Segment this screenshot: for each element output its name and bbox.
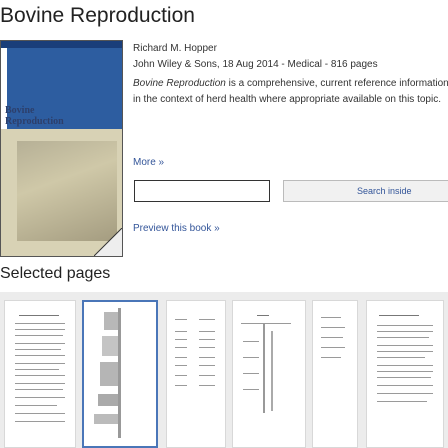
publication-info: John Wiley & Sons, 18 Aug 2014 - Medical… — [133, 59, 378, 70]
page-thumbnail-3[interactable] — [166, 300, 226, 448]
page-title: Bovine Reproduction — [0, 4, 195, 27]
search-inside-input[interactable] — [134, 180, 270, 202]
selected-pages-strip — [0, 292, 448, 448]
cover-title: Bovine Reproduction — [5, 105, 64, 127]
book-cover[interactable]: Bovine Reproduction — [0, 40, 123, 257]
page-thumbnail-4[interactable] — [232, 300, 306, 448]
cover-band — [1, 41, 122, 48]
book-description: Bovine Reproduction is a comprehensive, … — [133, 76, 448, 107]
search-inside-button[interactable]: Search inside — [283, 180, 448, 202]
page-thumbnail-5[interactable] — [312, 300, 358, 448]
page-thumbnail-6[interactable] — [366, 300, 444, 448]
cover-title-line1: Bovine — [5, 105, 35, 116]
cover-title-line2: Reproduction — [5, 116, 64, 127]
preview-book-link[interactable]: Preview this book » — [133, 223, 220, 234]
book-author: Richard M. Hopper — [133, 43, 217, 54]
page-thumbnail-2[interactable] — [82, 300, 158, 448]
cover-photo — [17, 141, 117, 241]
page-curl-icon — [94, 228, 122, 256]
description-title: Bovine Reproduction — [133, 78, 226, 89]
page-thumbnail-1[interactable] — [4, 300, 76, 448]
more-link[interactable]: More » — [133, 157, 164, 168]
selected-pages-title: Selected pages — [0, 265, 111, 282]
